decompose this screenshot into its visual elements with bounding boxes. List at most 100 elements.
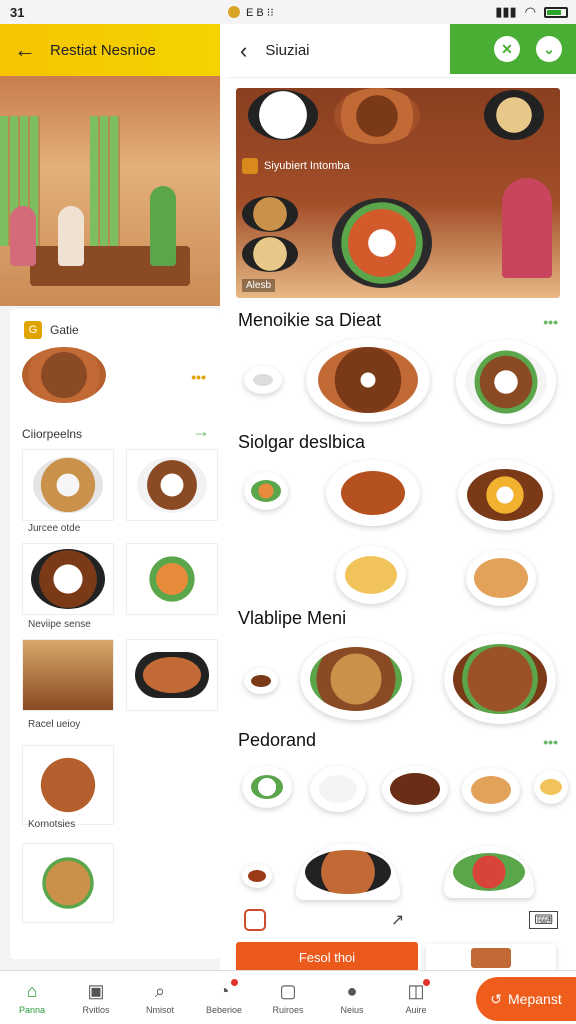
notification-badge (231, 979, 238, 986)
dish-image (332, 198, 432, 288)
keyboard-icon[interactable]: ⌨ (529, 911, 558, 929)
signal-icon: ▮▮▮ (495, 4, 517, 19)
card-name: Gatie (50, 323, 79, 337)
menu-tile[interactable] (22, 843, 114, 923)
nav-label: Auire (405, 1004, 427, 1015)
left-header: ← Restiat Nesnioe (0, 24, 220, 76)
dish-image[interactable] (242, 766, 292, 808)
window-decor (90, 116, 120, 246)
dish-image (31, 549, 105, 609)
tile-label: Jurcee otde (28, 523, 81, 534)
dish-image[interactable] (22, 347, 106, 403)
bookmark-icon[interactable] (244, 909, 266, 931)
order-button[interactable]: Fesol thoi (236, 942, 418, 972)
dish-image[interactable] (300, 638, 412, 720)
nav-item-home[interactable]: ⌂ Panna (0, 971, 64, 1024)
nav-label: Neius (340, 1004, 364, 1015)
header-actions: ✕ ⌄ (450, 24, 576, 74)
dish-image[interactable] (244, 668, 278, 694)
dish-image (242, 196, 298, 232)
dish-image[interactable] (466, 550, 536, 606)
right-header: ‹ Siuziai ✕ ⌄ (226, 24, 576, 78)
section-title: Vlablipe Meni (238, 608, 347, 628)
dish-image (484, 90, 544, 140)
nav-label: Ruiroes (272, 1004, 304, 1015)
dish-image[interactable] (458, 460, 552, 530)
nav-item-notices[interactable]: ▢ Ruiroes (256, 971, 320, 1024)
chevron-down-icon[interactable]: ⌄ (536, 36, 562, 62)
dish-image[interactable] (444, 846, 534, 898)
menu-tile[interactable] (126, 639, 218, 711)
restaurant-photo (0, 76, 220, 306)
status-mid-text: E B ⁝⁝ (246, 6, 274, 19)
menu-tile[interactable] (126, 543, 218, 615)
dish-image (248, 90, 318, 140)
share-icon[interactable]: ↗ (391, 910, 404, 930)
dish-image[interactable] (534, 770, 568, 804)
alert-icon: ◔ (218, 980, 230, 1001)
hero-tag: Alesb (242, 279, 276, 292)
restaurant-badge-icon (242, 158, 258, 174)
status-bar: 31 E B ⁝⁝ ▮▮▮ ◠ (0, 0, 576, 24)
menu-tile[interactable] (22, 639, 114, 711)
section-label: Ciiorpeelns (22, 427, 83, 441)
dish-image[interactable] (336, 546, 406, 604)
more-icon[interactable]: ••• (191, 369, 206, 385)
more-icon[interactable]: ••• (543, 734, 558, 750)
dish-image[interactable] (244, 366, 282, 394)
section-title: Siolgar deslbica (238, 432, 366, 452)
bottom-nav: ⌂ Panna ▣ Rvitlos ⌕ Nmisot ◔ Beberioe ▢ … (0, 970, 576, 1024)
more-icon[interactable]: ••• (543, 314, 558, 330)
back-arrow-icon[interactable]: ← (14, 37, 36, 63)
dish-image[interactable] (306, 338, 430, 422)
status-icons: E B ⁝⁝ (228, 6, 274, 19)
nav-label: Beberioe (205, 1004, 243, 1015)
tile-label: Neviipe sense (28, 619, 91, 630)
menu-tile[interactable] (126, 449, 218, 521)
dish-image (33, 457, 103, 513)
menu-tile[interactable] (22, 745, 114, 825)
cta-button[interactable]: ↺ Mepanst (476, 977, 576, 1021)
dish-image[interactable] (462, 768, 520, 812)
cart-icon: ◫ (407, 980, 425, 1001)
dish-image[interactable] (296, 844, 400, 900)
nav-item-chat[interactable]: ● Neius (320, 971, 384, 1024)
dish-image[interactable] (242, 864, 272, 888)
close-icon[interactable]: ✕ (494, 36, 520, 62)
status-right: ▮▮▮ ◠ (495, 4, 568, 20)
tile-label: Kornotsies (28, 819, 76, 830)
menu-tile[interactable] (22, 449, 114, 521)
left-menu-card: G Gatie ••• Ciiorpeelns → Jurcee otde Ne… (10, 309, 220, 959)
dish-image[interactable] (426, 944, 556, 972)
nav-label: Nmisot (145, 1004, 174, 1015)
diner-figure (58, 206, 84, 266)
dish-image (31, 851, 105, 915)
hero-image[interactable]: Siyubiert Intomba Alesb (236, 88, 560, 298)
dish-image[interactable] (456, 340, 556, 424)
dish-image[interactable] (244, 472, 288, 510)
notice-icon: ▢ (279, 980, 297, 1001)
dish-image[interactable] (326, 460, 420, 526)
back-chevron-icon[interactable]: ‹ (240, 38, 247, 64)
cta-label: Mepanst (508, 991, 562, 1007)
section-title: Pedorand (238, 730, 317, 750)
dish-image[interactable] (310, 766, 366, 812)
dish-image (137, 457, 207, 513)
nav-item-search[interactable]: ⌕ Nmisot (128, 971, 192, 1024)
nav-item-cart[interactable]: ◫ Auire (384, 971, 448, 1024)
dish-image[interactable] (444, 634, 556, 724)
notification-badge (423, 979, 430, 986)
arrow-right-icon[interactable]: → (192, 421, 210, 442)
wifi-icon: ◠ (524, 4, 536, 19)
hero-label-text: Siyubiert Intomba (264, 160, 350, 172)
menu-tile[interactable] (22, 543, 114, 615)
dish-image (135, 652, 209, 698)
cta-icon: ↺ (490, 990, 503, 1007)
left-panel: ← Restiat Nesnioe G Gatie ••• Ciiorpeeln… (0, 24, 220, 970)
nav-item-gallery[interactable]: ▣ Rvitlos (64, 971, 128, 1024)
nav-item-alerts[interactable]: ◔ Beberioe (192, 971, 256, 1024)
diner-figure (10, 206, 36, 266)
status-signal-text: 31 (10, 4, 25, 20)
dish-image[interactable] (382, 766, 448, 812)
action-row: ↗ ⌨ (236, 900, 566, 940)
